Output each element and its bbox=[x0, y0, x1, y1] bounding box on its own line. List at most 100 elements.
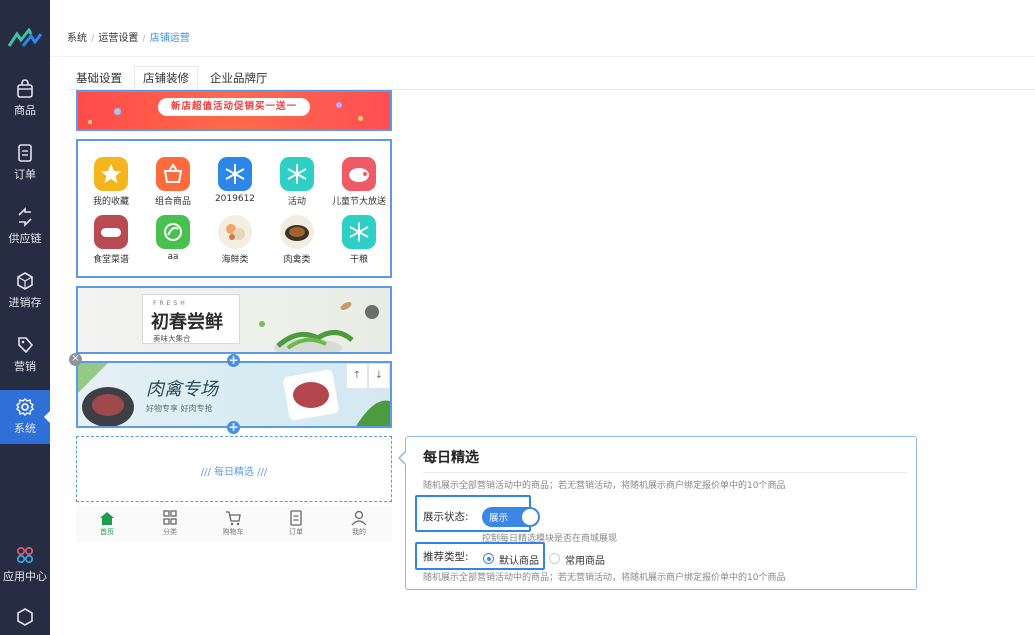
switch-knob bbox=[522, 509, 538, 525]
header-divider bbox=[50, 56, 1035, 57]
tab-basic-settings[interactable]: 基础设置 bbox=[68, 66, 130, 90]
category-item[interactable]: 2019612 bbox=[204, 157, 266, 204]
tabbar-label: 购物车 bbox=[222, 528, 244, 536]
category-item[interactable]: 我的收藏 bbox=[80, 157, 142, 207]
add-module-below-icon[interactable]: + bbox=[227, 421, 240, 434]
fresh-banner[interactable]: FRESH 初春尝鲜 美味大集合 bbox=[76, 286, 392, 354]
snowflake-icon bbox=[342, 215, 376, 249]
radio-common-goods[interactable] bbox=[549, 553, 560, 564]
list-icon bbox=[290, 510, 302, 526]
promo-banner[interactable]: 新店超值活动促销买一送一 bbox=[76, 90, 392, 131]
category-label: 海鲜类 bbox=[221, 255, 249, 265]
sidebar-item-label: 营销 bbox=[14, 360, 36, 373]
seafood-icon bbox=[218, 215, 252, 249]
sidebar-item-supply-chain[interactable]: 供应链 bbox=[0, 206, 50, 262]
category-item[interactable]: 干粮 bbox=[328, 215, 390, 265]
sausage-icon bbox=[94, 215, 128, 249]
tabbar-label: 订单 bbox=[289, 528, 303, 536]
panel-title: 每日精选 bbox=[423, 450, 479, 466]
meat-banner-subtitle: 好物专享 好肉专抢 bbox=[146, 404, 213, 413]
sidebar-item-label: 进销存 bbox=[8, 296, 42, 309]
sidebar-item-system[interactable]: 系统 bbox=[0, 390, 51, 444]
tabbar-me[interactable]: 我的 bbox=[334, 510, 384, 537]
tab-brand-hall[interactable]: 企业品牌厅 bbox=[202, 66, 276, 90]
tag-icon bbox=[18, 337, 34, 354]
tabbar-label: 首页 bbox=[100, 528, 114, 536]
breadcrumb: 系统 / 运营设置 / 店铺运营 bbox=[67, 29, 190, 44]
exchange-icon bbox=[18, 207, 32, 227]
category-label: 干粮 bbox=[349, 255, 368, 265]
home-icon bbox=[100, 512, 114, 525]
meat-banner-title: 肉禽专场 bbox=[146, 379, 218, 400]
decor-dot bbox=[114, 108, 121, 115]
category-grid[interactable]: 我的收藏 组合商品 2019612 活动 儿童节大放送 食堂菜谱 aa 海鲜类 … bbox=[76, 139, 392, 278]
box-icon bbox=[17, 608, 33, 626]
decor-dot bbox=[336, 102, 342, 108]
gear-icon bbox=[16, 398, 34, 416]
tabbar-label: 分类 bbox=[163, 528, 177, 536]
category-item[interactable]: 海鲜类 bbox=[204, 215, 266, 265]
category-item[interactable]: 食堂菜谱 bbox=[80, 215, 142, 265]
sidebar-item-orders[interactable]: 订单 bbox=[0, 142, 50, 198]
radio-common-goods-label[interactable]: 常用商品 bbox=[565, 552, 605, 567]
panel-divider bbox=[423, 472, 907, 473]
mobile-tabbar: 首页 分类 购物车 订单 我的 bbox=[76, 506, 392, 542]
tabbar-category[interactable]: 分类 bbox=[145, 510, 195, 537]
move-up-button[interactable]: ↑ bbox=[346, 363, 368, 389]
category-item[interactable]: aa bbox=[142, 215, 204, 262]
tabbar-home[interactable]: 首页 bbox=[82, 510, 132, 537]
sidebar-item-app-center[interactable]: 应用中心 bbox=[0, 544, 50, 600]
tabbar-orders[interactable]: 订单 bbox=[271, 510, 321, 537]
category-item[interactable]: 活动 bbox=[266, 157, 328, 207]
apps-icon bbox=[16, 546, 34, 564]
sidebar-item-more[interactable] bbox=[0, 606, 50, 635]
user-icon bbox=[351, 510, 367, 526]
vegetables-image bbox=[259, 302, 379, 352]
tabbar-label: 我的 bbox=[352, 528, 366, 536]
radio-default-goods-label[interactable]: 默认商品 bbox=[499, 552, 539, 567]
tabbar-cart[interactable]: 购物车 bbox=[208, 510, 258, 537]
sidebar-item-inventory[interactable]: 进销存 bbox=[0, 270, 50, 326]
logo[interactable] bbox=[7, 28, 43, 50]
meat-icon bbox=[342, 157, 376, 191]
box-icon bbox=[17, 272, 33, 290]
move-down-button[interactable]: ↓ bbox=[368, 363, 390, 389]
sidebar: 商品 订单 供应链 进销存 营销 系统 应用中心 bbox=[0, 0, 51, 635]
category-item[interactable]: 儿童节大放送 bbox=[328, 157, 390, 207]
vegetable-icon bbox=[156, 215, 190, 249]
grid-icon bbox=[163, 510, 177, 525]
category-label: 2019612 bbox=[214, 194, 256, 204]
breadcrumb-item[interactable]: 运营设置 bbox=[98, 33, 138, 44]
bag-icon bbox=[17, 79, 33, 98]
display-status-value: 展示 bbox=[489, 513, 509, 524]
sidebar-item-label: 供应链 bbox=[8, 232, 42, 245]
meat-banner[interactable]: 肉禽专场 好物专享 好肉专抢 ↑ ↓ bbox=[76, 361, 392, 428]
fresh-banner-title: 初春尝鲜 bbox=[151, 312, 223, 333]
sidebar-item-goods[interactable]: 商品 bbox=[0, 78, 50, 134]
daily-picks-placeholder: /// 每日精选 /// bbox=[200, 467, 268, 478]
category-item[interactable]: 肉禽类 bbox=[266, 215, 328, 265]
recommend-type-label: 推荐类型: bbox=[423, 551, 469, 563]
radio-default-goods[interactable] bbox=[483, 553, 494, 564]
sidebar-item-marketing[interactable]: 营销 bbox=[0, 334, 50, 390]
tab-store-decoration[interactable]: 店铺装修 bbox=[134, 66, 198, 90]
category-label: 儿童节大放送 bbox=[331, 197, 386, 207]
category-item[interactable]: 组合商品 bbox=[142, 157, 204, 207]
fresh-banner-subtitle: 美味大集合 bbox=[153, 334, 191, 343]
meat-dish-icon bbox=[280, 215, 314, 249]
recommend-type-hint: 随机展示全部营销活动中的商品；若无营销活动，将随机展示商户绑定报价单中的10个商… bbox=[423, 573, 786, 583]
meat-banner-image bbox=[78, 363, 390, 426]
daily-picks-module[interactable]: /// 每日精选 /// bbox=[76, 436, 392, 502]
breadcrumb-separator: / bbox=[91, 33, 95, 44]
breadcrumb-item[interactable]: 系统 bbox=[67, 33, 87, 44]
sidebar-item-label: 系统 bbox=[14, 422, 36, 435]
display-status-switch[interactable]: 展示 bbox=[482, 507, 540, 527]
add-module-above-icon[interactable]: + bbox=[227, 354, 240, 367]
sidebar-item-label: 应用中心 bbox=[3, 570, 47, 583]
delete-module-icon[interactable]: × bbox=[69, 353, 82, 366]
category-label: 食堂菜谱 bbox=[92, 255, 129, 265]
star-icon bbox=[94, 157, 128, 191]
fresh-banner-card: FRESH 初春尝鲜 美味大集合 bbox=[142, 294, 240, 344]
breadcrumb-separator: / bbox=[142, 33, 146, 44]
category-label: 活动 bbox=[287, 197, 306, 207]
